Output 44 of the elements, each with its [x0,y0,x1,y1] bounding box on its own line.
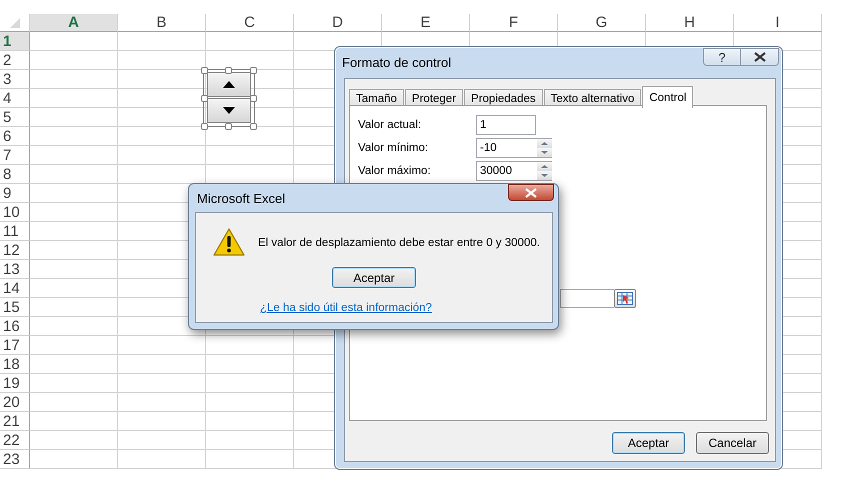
resize-handle[interactable] [201,67,208,74]
column-header[interactable]: I [734,14,822,32]
column-header[interactable]: C [206,14,294,32]
warning-icon [213,228,245,256]
resize-handle[interactable] [250,67,257,74]
resize-handle[interactable] [225,123,232,130]
column-header[interactable]: G [558,14,646,32]
dialog-button[interactable]: Cancelar [696,432,769,454]
column-header[interactable]: F [470,14,558,32]
close-button[interactable] [508,184,554,201]
help-link[interactable]: ¿Le ha sido útil esta información? [260,302,432,314]
up-triangle-icon [223,81,235,88]
spin-down-button[interactable] [207,98,251,123]
ok-button[interactable]: Aceptar [332,267,416,288]
field-label: Valor mínimo: [358,142,430,154]
row-header[interactable]: 4 [0,89,30,108]
input-field[interactable]: 1 [476,115,536,135]
dialog-button[interactable]: Aceptar [612,432,685,454]
resize-handle[interactable] [201,95,208,102]
help-button[interactable]: ? [703,48,741,66]
column-header[interactable]: D [294,14,382,32]
window-title: Formato de control [342,55,452,70]
field-label: Valor máximo: [358,165,432,177]
resize-handle[interactable] [250,123,257,130]
window-title: Microsoft Excel [197,191,286,206]
resize-handle[interactable] [250,95,257,102]
down-triangle-icon [223,107,235,114]
column-header[interactable]: H [646,14,734,32]
resize-handle[interactable] [225,67,232,74]
column-header[interactable]: A [30,14,118,32]
column-header[interactable]: B [118,14,206,32]
resize-handle[interactable] [201,123,208,130]
close-icon [525,188,537,198]
message-text: El valor de desplazamiento debe estar entre 0 y 30000. [258,237,540,249]
tab[interactable]: Control [642,86,694,108]
row-header[interactable]: 1 [0,32,30,51]
spin-up-button[interactable] [207,72,251,97]
range-select-button[interactable] [614,289,636,308]
input-field[interactable] [560,289,614,308]
close-button[interactable] [741,48,779,66]
column-header[interactable]: E [382,14,470,32]
grid-select-icon [617,292,633,305]
field-label: Valor actual: [358,119,422,131]
close-icon [754,52,766,62]
